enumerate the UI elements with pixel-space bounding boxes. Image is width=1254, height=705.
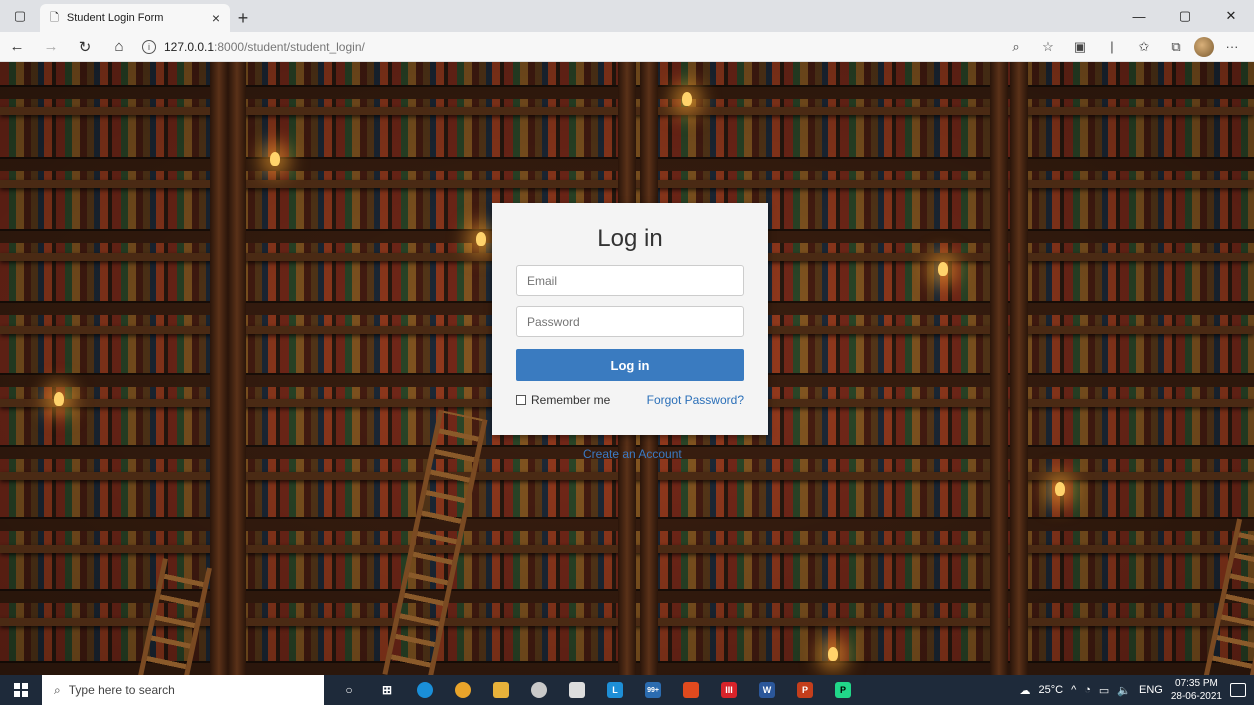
battery-icon[interactable]: ▭ (1099, 684, 1109, 697)
start-button[interactable] (0, 675, 42, 705)
read-aloud-icon[interactable]: ⌕ (1002, 34, 1030, 60)
forgot-password-link[interactable]: Forgot Password? (647, 393, 744, 407)
toolbar-right: ⌕ ☆ ▣ | ✩ ⧉ ··· (1002, 34, 1254, 60)
home-icon[interactable]: ⌂ (102, 32, 136, 62)
more-menu-icon[interactable]: ··· (1218, 34, 1246, 60)
favorites-icon[interactable]: ✩ (1130, 34, 1158, 60)
red-app-icon[interactable]: III (712, 675, 746, 705)
remember-label: Remember me (531, 393, 611, 407)
close-window-icon[interactable]: ✕ (1208, 0, 1254, 32)
refresh-icon[interactable]: ↻ (68, 32, 102, 62)
search-placeholder: Type here to search (68, 683, 175, 697)
candle-light (682, 92, 692, 106)
taskbar: ⌕ Type here to search ○ ⊞ L 99+ III W P … (0, 675, 1254, 705)
email-input[interactable] (516, 265, 744, 296)
collections-icon[interactable]: ⧉ (1162, 34, 1190, 60)
url-host: 127.0.0.1 (164, 39, 215, 54)
ladder (138, 558, 212, 675)
page-icon: 🗋 (50, 11, 59, 24)
login-options: Remember me Forgot Password? (516, 393, 744, 407)
task-view-icon[interactable]: ⊞ (370, 675, 404, 705)
back-icon[interactable]: ← (0, 32, 34, 62)
ladder (382, 409, 488, 675)
tab-title: Student Login Form (66, 12, 164, 24)
candle-light (828, 647, 838, 661)
weather-temp[interactable]: 25°C (1038, 684, 1063, 696)
close-tab-icon[interactable]: × (212, 10, 220, 26)
password-input[interactable] (516, 306, 744, 337)
pycharm-icon[interactable]: P (826, 675, 860, 705)
favorite-add-icon[interactable]: ☆ (1034, 34, 1062, 60)
cortana-icon[interactable]: ○ (332, 675, 366, 705)
edge-icon[interactable] (408, 675, 442, 705)
create-account-link[interactable]: Create an Account (583, 447, 682, 461)
remember-checkbox[interactable] (516, 395, 526, 405)
clock-date: 28-06-2021 (1170, 691, 1222, 702)
minimize-icon[interactable]: — (1116, 0, 1162, 32)
candle-light (1055, 482, 1065, 496)
login-heading: Log in (597, 225, 663, 252)
shelf-pillar (990, 62, 1008, 675)
ladder (1203, 518, 1254, 675)
url-path: :8000/student/student_login/ (214, 39, 365, 54)
candle-light (476, 232, 486, 246)
shelf-pillar (1010, 62, 1028, 675)
info-icon[interactable]: i (142, 39, 156, 54)
profile-avatar[interactable] (1194, 36, 1214, 57)
notification-icon[interactable] (1230, 683, 1246, 697)
clock[interactable]: 07:35 PM 28-06-2021 (1171, 677, 1222, 703)
search-icon: ⌕ (54, 682, 61, 697)
candle-light (270, 152, 280, 166)
tab-actions-icon[interactable]: ▢ (0, 0, 40, 32)
taskbar-search[interactable]: ⌕ Type here to search (42, 675, 324, 705)
network-icon[interactable]: ◔ (1084, 684, 1091, 696)
candle-light (938, 262, 948, 276)
extension-icon[interactable]: ▣ (1066, 34, 1094, 60)
new-tab-button[interactable]: + (230, 4, 256, 32)
window-controls: — ▢ ✕ (1116, 0, 1254, 32)
tab-student-login[interactable]: 🗋 Student Login Form × (40, 4, 230, 32)
mail-icon[interactable]: 99+ (636, 675, 670, 705)
clock-time: 07:35 PM (1175, 678, 1218, 689)
url-field[interactable]: i 127.0.0.1:8000/student/student_login/ (136, 39, 1002, 54)
login-card: Log in Log in Remember me Forgot Passwor… (492, 203, 768, 435)
forward-icon[interactable]: → (34, 32, 68, 62)
language-indicator[interactable]: ENG (1139, 684, 1163, 696)
address-bar: ← → ↻ ⌂ i 127.0.0.1:8000/student/student… (0, 32, 1254, 62)
store-icon[interactable] (560, 675, 594, 705)
login-button[interactable]: Log in (516, 349, 744, 381)
shelf-pillar (228, 62, 246, 675)
l-app-icon[interactable]: L (598, 675, 632, 705)
word-icon[interactable]: W (750, 675, 784, 705)
maximize-icon[interactable]: ▢ (1162, 0, 1208, 32)
browser-tab-bar: ▢ 🗋 Student Login Form × + — ▢ ✕ (0, 0, 1254, 32)
chrome-icon[interactable] (446, 675, 480, 705)
tray-chevron-icon[interactable]: ^ (1071, 684, 1076, 696)
system-tray: ☁ 25°C ^ ◔ ▭ 🔈 ENG 07:35 PM 28-06-2021 (1019, 677, 1254, 703)
windows-icon (14, 683, 28, 697)
powerpoint-icon[interactable]: P (788, 675, 822, 705)
weather-icon[interactable]: ☁ (1019, 684, 1030, 697)
remember-me[interactable]: Remember me (516, 393, 610, 407)
volume-icon[interactable]: 🔈 (1117, 684, 1131, 697)
taskbar-apps: ○ ⊞ L 99+ III W P P (332, 675, 860, 705)
file-explorer-icon[interactable] (484, 675, 518, 705)
candle-light (54, 392, 64, 406)
office-icon[interactable] (674, 675, 708, 705)
media-icon[interactable] (522, 675, 556, 705)
separator-icon: | (1110, 39, 1114, 54)
shelf-pillar (210, 62, 228, 675)
